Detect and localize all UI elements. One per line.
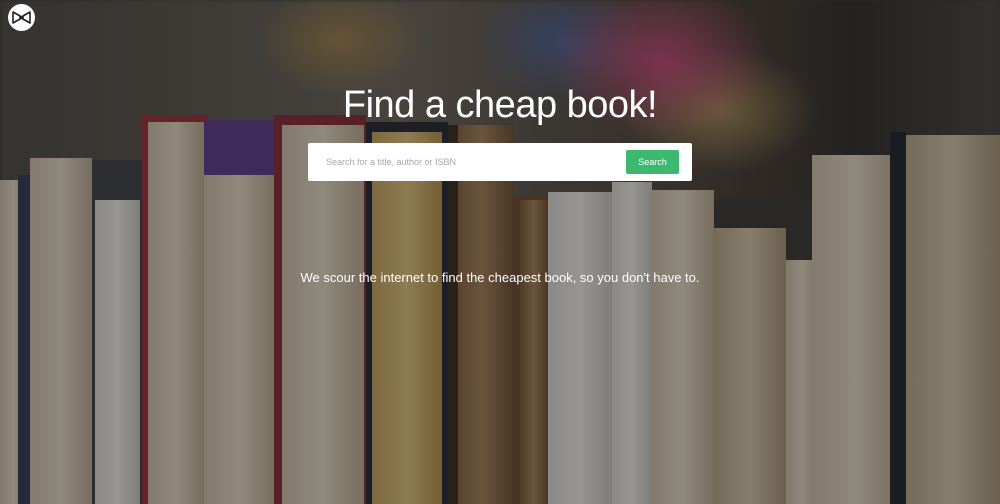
hero-section: Find a cheap book! Search We scour the i… bbox=[0, 0, 1000, 504]
tagline-text: We scour the internet to find the cheape… bbox=[300, 270, 700, 285]
search-form: Search bbox=[308, 143, 692, 181]
search-button[interactable]: Search bbox=[626, 150, 679, 174]
site-logo[interactable] bbox=[8, 4, 35, 31]
search-input[interactable] bbox=[326, 143, 616, 181]
page-headline: Find a cheap book! bbox=[342, 84, 658, 126]
bowtie-logo-icon bbox=[12, 11, 31, 24]
dark-overlay bbox=[0, 0, 1000, 504]
